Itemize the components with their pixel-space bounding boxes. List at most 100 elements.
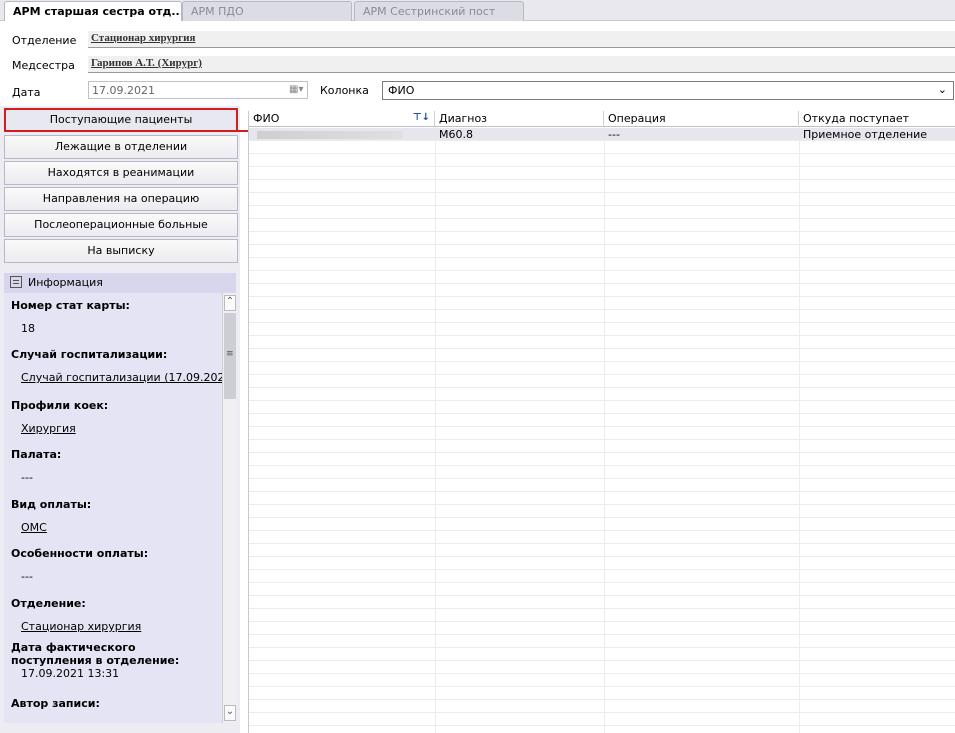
table-row[interactable]: M60.8 --- Приемное отделение [249,128,955,141]
surgery-referrals-button[interactable]: Направления на операцию [4,187,238,211]
info-item-title: Номер стат карты: [11,299,130,312]
empty-row [249,492,955,505]
reanimation-button[interactable]: Находятся в реанимации [4,161,238,185]
info-item-link[interactable]: Случай госпитализации (17.09.2021) [21,371,236,384]
empty-row [249,700,955,713]
empty-row [249,427,955,440]
column-header-fio[interactable]: ФИО ⊤↓ [249,111,435,127]
grid-header: ФИО ⊤↓ Диагноз Операция Откуда поступает [249,111,955,127]
scroll-up-icon[interactable]: ⌃ [224,295,236,311]
empty-row [249,609,955,622]
info-scrollbar[interactable]: ⌃ ≡ ⌄ [222,293,236,723]
info-item-title: Палата: [11,448,62,461]
info-item-link[interactable]: Хирургия [21,422,108,435]
empty-row [249,687,955,700]
column-header-label: ФИО [253,112,280,125]
calendar-icon[interactable]: ▦▾ [289,84,303,96]
department-field[interactable]: Стационар хирургия [88,31,955,48]
tab-arm-senior-nurse[interactable]: АРМ старшая сестра отд...✕ [4,1,182,21]
empty-row [249,219,955,232]
info-item-title: Вид оплаты: [11,498,92,511]
empty-row [249,440,955,453]
info-header: Информация [4,273,236,293]
postoperative-button[interactable]: Послеоперационные больные [4,213,238,237]
info-item-title: Отделение: [11,597,86,610]
empty-row [249,154,955,167]
tab-arm-pdo[interactable]: АРМ ПДО [182,1,352,21]
empty-row [249,206,955,219]
empty-row [249,544,955,557]
column-value: ФИО [388,84,415,97]
column-select[interactable]: ФИО ⌄ [382,81,954,100]
tab-label: АРМ старшая сестра отд... [13,5,182,18]
empty-row [249,453,955,466]
empty-row [249,336,955,349]
empty-row [249,505,955,518]
info-item: Вид оплаты: ОМС [11,498,91,534]
empty-row [249,635,955,648]
date-input[interactable]: 17.09.2021 ▦▾ [88,81,308,99]
empty-row [249,323,955,336]
empty-row [249,661,955,674]
empty-row [249,232,955,245]
date-value: 17.09.2021 [92,84,155,97]
info-item-value: 17.09.2021 13:31 [21,667,120,680]
info-item: Профили коек: Хирургия [11,399,108,435]
info-item: Дата фактического поступления в отделени… [11,641,211,680]
empty-row [249,375,955,388]
empty-row [249,531,955,544]
info-item-title: Случай госпитализации: [11,348,168,361]
empty-row [249,180,955,193]
empty-row [249,362,955,375]
empty-row [249,167,955,180]
filter-sort-icon[interactable]: ⊤↓ [412,112,430,123]
info-item-link[interactable]: ОМС [21,521,91,534]
date-label: Дата [12,86,41,99]
in-department-button[interactable]: Лежащие в отделении [4,135,238,159]
info-item: Палата: --- [11,448,61,484]
empty-row [249,674,955,687]
empty-row [249,557,955,570]
info-title: Информация [28,276,103,289]
empty-row [249,284,955,297]
empty-row [249,193,955,206]
info-item-title: Автор записи: [11,697,100,710]
discharge-button[interactable]: На выписку [4,239,238,263]
column-header-source[interactable]: Откуда поступает [799,111,955,127]
info-item: Номер стат карты: 18 [11,299,130,335]
empty-row [249,141,955,154]
tab-arm-nurse-post[interactable]: АРМ Сестринский пост [354,1,524,21]
info-item: Отделение: Стационар хирургия [11,597,141,633]
info-item-value: --- [21,570,33,583]
empty-row [249,583,955,596]
info-item-value: --- [21,471,33,484]
department-label: Отделение [12,34,77,47]
info-item-value: 18 [21,322,35,335]
tab-label: АРМ ПДО [191,5,244,18]
info-item-title: Профили коек: [11,399,109,412]
nurse-label: Медсестра [12,59,75,72]
column-label: Колонка [320,84,369,97]
empty-row [249,271,955,284]
column-header-diagnosis[interactable]: Диагноз [435,111,604,127]
empty-row [249,414,955,427]
nurse-field[interactable]: Гарипов А.Т. (Хирург) [88,56,955,73]
column-header-operation[interactable]: Операция [604,111,799,127]
nurse-row: Медсестра Гарипов А.Т. (Хирург) [0,53,955,76]
tab-label: АРМ Сестринский пост [363,5,496,18]
empty-row [249,258,955,271]
scroll-down-icon[interactable]: ⌄ [224,705,236,721]
empty-row [249,713,955,726]
empty-row [249,622,955,635]
empty-row [249,596,955,609]
incoming-patients-button[interactable]: Поступающие пациенты [4,108,238,132]
empty-row [249,297,955,310]
info-item-link[interactable]: Стационар хирургия [21,620,141,633]
chevron-down-icon[interactable]: ⌄ [938,83,947,96]
empty-row [249,401,955,414]
info-item-title: Дата фактического поступления в отделени… [11,641,180,667]
empty-row [249,479,955,492]
info-panel: Номер стат карты: 18 Случай госпитализац… [4,293,236,723]
cell-fio [249,128,435,141]
notes-icon [10,276,22,288]
